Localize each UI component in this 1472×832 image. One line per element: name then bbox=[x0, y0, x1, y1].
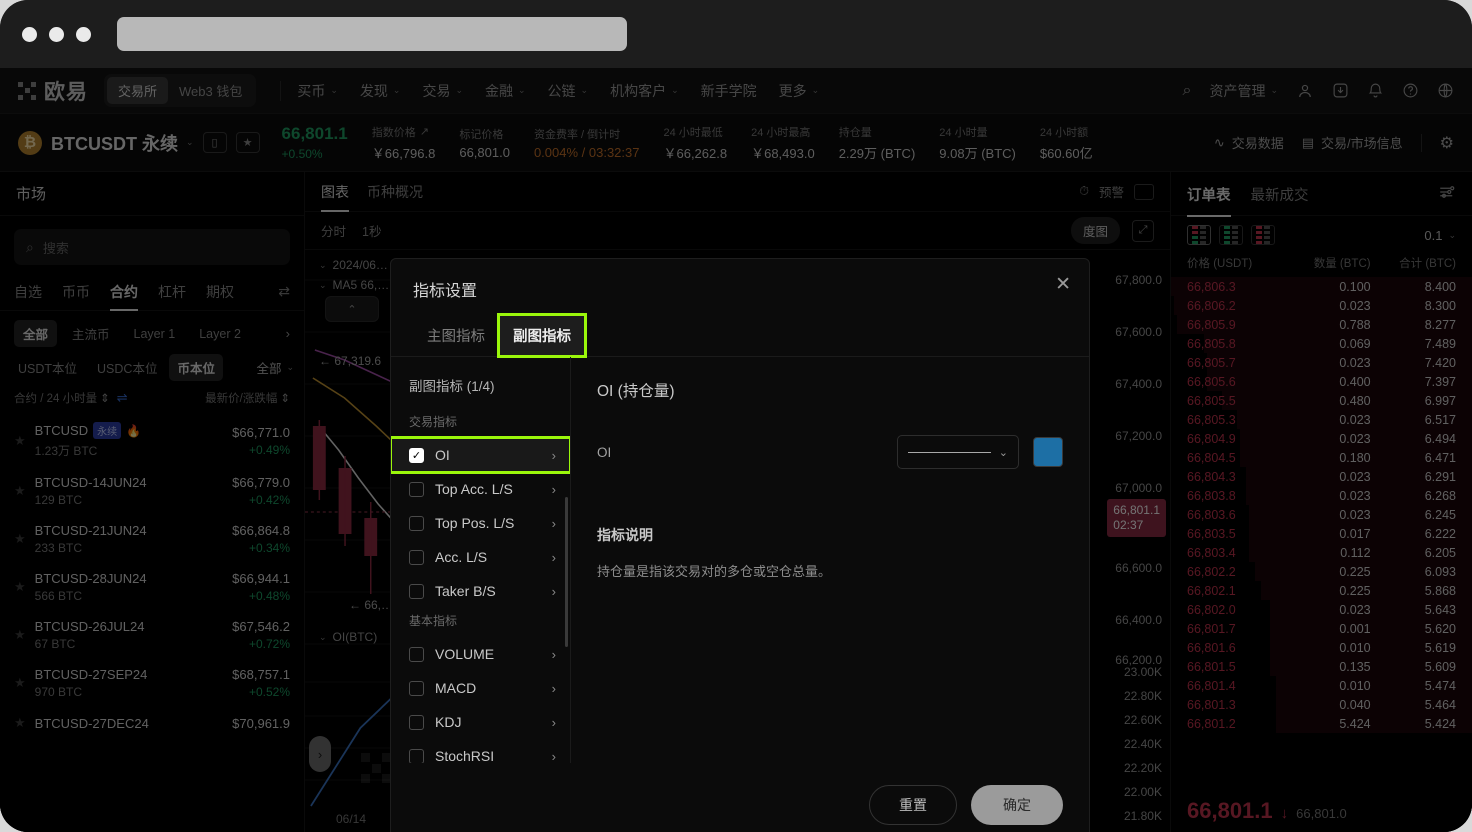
indicator-item-oi[interactable]: ✓ OI › bbox=[391, 436, 570, 474]
checkbox-icon[interactable] bbox=[409, 515, 424, 531]
minimize-window-dot[interactable] bbox=[49, 26, 64, 42]
indicator-item-top-pos-ls[interactable]: Top Pos. L/S › bbox=[391, 506, 570, 540]
description-title: 指标说明 bbox=[597, 527, 653, 543]
indicator-item-kdj[interactable]: KDJ › bbox=[391, 705, 570, 739]
indicator-count: 副图指标 (1/4) bbox=[409, 379, 495, 394]
chevron-right-icon[interactable]: › bbox=[552, 647, 556, 662]
indicator-label: OI bbox=[435, 447, 450, 463]
chevron-right-icon[interactable]: › bbox=[552, 749, 556, 764]
line-preview-icon bbox=[908, 451, 991, 453]
param-label: OI bbox=[597, 444, 612, 460]
detail-title: OI (持仓量) bbox=[597, 383, 675, 400]
indicator-label: KDJ bbox=[435, 714, 462, 730]
modal-title: 指标设置 bbox=[413, 283, 478, 300]
checkbox-icon[interactable] bbox=[409, 481, 424, 497]
app-root: 欧易 交易所 Web3 钱包 买币⌄ 发现⌄ 交易⌄ 金融⌄ 公链⌄ 机构客户⌄… bbox=[0, 68, 1472, 832]
modal-footer: 重置 确定 bbox=[391, 763, 1089, 832]
line-style-select[interactable]: ⌄ bbox=[897, 435, 1019, 469]
modal-body: 副图指标 (1/4) 交易指标 ✓ OI › Top Acc. L/S › To… bbox=[391, 357, 1089, 763]
chevron-down-icon: ⌄ bbox=[998, 446, 1008, 459]
reset-button[interactable]: 重置 bbox=[869, 785, 957, 825]
tab-main-indicators[interactable]: 主图指标 bbox=[413, 315, 499, 356]
indicator-settings-modal: 指标设置 ✕ 主图指标 副图指标 副图指标 (1/4) 交易指标 ✓ OI › bbox=[390, 258, 1090, 832]
browser-window: 欧易 交易所 Web3 钱包 买币⌄ 发现⌄ 交易⌄ 金融⌄ 公链⌄ 机构客户⌄… bbox=[0, 0, 1472, 832]
indicator-item-top-acc-ls[interactable]: Top Acc. L/S › bbox=[391, 472, 570, 506]
indicator-label: Top Acc. L/S bbox=[435, 481, 513, 497]
indicator-item-stochrsi[interactable]: StochRSI › bbox=[391, 739, 570, 763]
tab-sub-indicators[interactable]: 副图指标 bbox=[497, 313, 587, 358]
indicator-list: 副图指标 (1/4) 交易指标 ✓ OI › Top Acc. L/S › To… bbox=[391, 357, 571, 763]
list-scrollbar[interactable] bbox=[565, 497, 568, 647]
detail-description: 指标说明 持仓量是指该交易对的多仓或空仓总量。 bbox=[597, 525, 1063, 583]
indicator-label: Taker B/S bbox=[435, 583, 496, 599]
checkbox-icon[interactable] bbox=[409, 646, 424, 662]
indicator-label: Acc. L/S bbox=[435, 549, 488, 565]
url-bar[interactable] bbox=[117, 17, 627, 51]
chevron-right-icon[interactable]: › bbox=[552, 482, 556, 497]
indicator-detail: OI (持仓量) OI ⌄ 指标说明 持仓量是指该交易对的多仓或空仓总量。 bbox=[571, 357, 1089, 763]
checkbox-icon[interactable] bbox=[409, 583, 424, 599]
chevron-right-icon[interactable]: › bbox=[552, 550, 556, 565]
checkbox-icon[interactable] bbox=[409, 680, 424, 696]
checkbox-icon[interactable] bbox=[409, 549, 424, 565]
group-label-basic: 基本指标 bbox=[409, 614, 458, 628]
indicator-label: StochRSI bbox=[435, 748, 495, 763]
group-label-trading: 交易指标 bbox=[409, 415, 458, 429]
chevron-right-icon[interactable]: › bbox=[552, 584, 556, 599]
chevron-right-icon[interactable]: › bbox=[552, 448, 556, 463]
color-swatch[interactable] bbox=[1033, 437, 1063, 467]
close-icon[interactable]: ✕ bbox=[1055, 275, 1071, 294]
indicator-item-volume[interactable]: VOLUME › bbox=[391, 637, 570, 671]
modal-tabs: 主图指标 副图指标 bbox=[391, 313, 1089, 358]
confirm-button[interactable]: 确定 bbox=[971, 785, 1063, 825]
indicator-item-acc-ls[interactable]: Acc. L/S › bbox=[391, 540, 570, 574]
checkbox-icon[interactable] bbox=[409, 748, 424, 763]
indicator-item-taker-bs[interactable]: Taker B/S › bbox=[391, 574, 570, 608]
maximize-window-dot[interactable] bbox=[76, 26, 91, 42]
checkbox-icon[interactable] bbox=[409, 714, 424, 730]
chevron-right-icon[interactable]: › bbox=[552, 681, 556, 696]
checkbox-checked-icon[interactable]: ✓ bbox=[409, 447, 424, 463]
indicator-label: VOLUME bbox=[435, 646, 495, 662]
close-window-dot[interactable] bbox=[22, 26, 37, 42]
description-text: 持仓量是指该交易对的多仓或空仓总量。 bbox=[597, 564, 832, 579]
browser-chrome bbox=[0, 0, 1472, 68]
chevron-right-icon[interactable]: › bbox=[552, 516, 556, 531]
window-controls[interactable] bbox=[22, 26, 91, 42]
indicator-label: Top Pos. L/S bbox=[435, 515, 515, 531]
indicator-label: MACD bbox=[435, 680, 477, 696]
indicator-item-macd[interactable]: MACD › bbox=[391, 671, 570, 705]
chevron-right-icon[interactable]: › bbox=[552, 715, 556, 730]
detail-param-row: OI ⌄ bbox=[597, 435, 1063, 469]
